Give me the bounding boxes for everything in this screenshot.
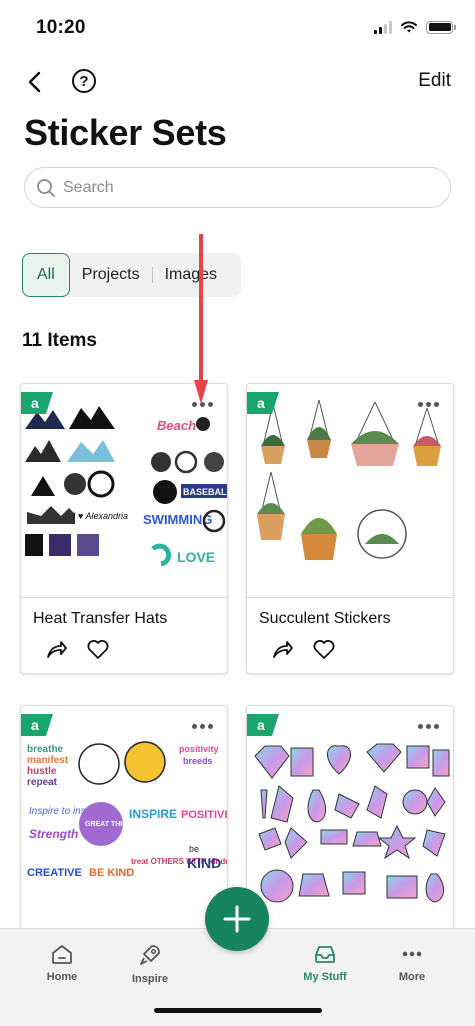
sticker-manifest: manifest (27, 755, 69, 766)
tab-home[interactable]: Home (22, 943, 102, 983)
sticker-hustle: hustle (27, 766, 57, 777)
favorite-button[interactable] (85, 636, 111, 662)
status-icons (374, 20, 456, 34)
more-options-button[interactable] (418, 402, 439, 407)
page-title: Sticker Sets (24, 112, 227, 153)
nav-row: ? Edit (0, 62, 475, 102)
tab-inspire[interactable]: Inspire (110, 943, 190, 985)
plus-icon (223, 905, 251, 933)
sticker-be-kind: BE KIND (89, 867, 134, 879)
tab-my-stuff[interactable]: My Stuff (285, 943, 365, 983)
sticker-positive-vibes: POSITIVE VIBES (181, 809, 227, 821)
heart-icon (87, 640, 109, 659)
sticker-set-card[interactable]: a breathe manifest hustle repeat positiv… (20, 705, 228, 945)
sticker-strength: Strength (29, 827, 78, 841)
heart-icon (313, 640, 335, 659)
card-thumbnail (247, 384, 453, 597)
tab-more[interactable]: More (372, 943, 452, 983)
tab-label: My Stuff (303, 971, 347, 983)
add-button[interactable] (205, 887, 269, 951)
back-button[interactable] (22, 68, 46, 96)
access-badge-icon: a (247, 392, 279, 414)
card-divider (21, 597, 227, 598)
sticker-positivity: positivity (179, 744, 219, 754)
sticker-be: be (189, 844, 199, 854)
sticker-baseball: BASEBALL (183, 487, 227, 497)
sticker-set-card[interactable]: a (246, 705, 454, 945)
card-thumbnail: breathe manifest hustle repeat positivit… (21, 706, 227, 919)
more-dots-icon (402, 951, 422, 957)
rocket-icon (140, 945, 160, 965)
sticker-creative: CREATIVE (27, 867, 82, 879)
share-button[interactable] (43, 636, 69, 662)
card-thumbnail (247, 706, 453, 919)
filter-chips: All Projects Images (22, 253, 242, 297)
annotation-arrow (194, 234, 208, 404)
filter-images[interactable]: Images (153, 253, 229, 297)
sticker-alexandria: I ♥ Alexandria (73, 511, 128, 521)
edit-button[interactable]: Edit (418, 70, 451, 92)
search-input[interactable]: Search (24, 167, 451, 208)
svg-text:a: a (31, 717, 39, 733)
help-button[interactable]: ? (72, 69, 96, 93)
battery-icon (426, 20, 456, 34)
sticker-kind: KIND (187, 855, 221, 871)
chevron-left-icon (28, 71, 41, 93)
home-icon (52, 945, 72, 964)
sticker-repeat: repeat (27, 777, 58, 788)
sticker-beach: Beach (157, 418, 196, 433)
sticker-set-card[interactable]: a I ♥ Alexandria Beach BASEBALL (20, 383, 228, 674)
access-badge-icon: a (247, 714, 279, 736)
tab-label: Home (46, 971, 78, 983)
svg-text:a: a (257, 395, 265, 411)
tab-label: More (398, 971, 426, 983)
home-indicator (154, 1008, 322, 1013)
access-badge-icon: a (21, 714, 53, 736)
tab-label: Inspire (131, 973, 169, 985)
svg-text:a: a (31, 395, 39, 411)
status-bar: 10:20 (0, 0, 475, 60)
inbox-icon (315, 946, 335, 963)
more-options-button[interactable] (192, 724, 213, 729)
sticker-breeds: breeds (183, 756, 213, 766)
svg-text:a: a (257, 717, 265, 733)
share-icon (273, 641, 293, 658)
share-icon (47, 641, 67, 658)
wifi-icon (401, 21, 417, 33)
search-placeholder: Search (63, 178, 114, 196)
card-actions (43, 636, 111, 662)
filter-projects[interactable]: Projects (70, 253, 152, 297)
search-icon (35, 177, 57, 199)
signal-icon (374, 20, 392, 34)
status-time: 10:20 (36, 17, 86, 38)
share-button[interactable] (269, 636, 295, 662)
filter-all[interactable]: All (22, 253, 70, 297)
sticker-inspire: INSPIRE (129, 807, 177, 821)
sticker-swimming: SWIMMING (143, 512, 212, 527)
sticker-set-card[interactable]: a Succulent Stickers (246, 383, 454, 674)
sticker-great-things: GREAT THINGS AWAIT (85, 821, 162, 828)
card-actions (269, 636, 337, 662)
items-count: 11 Items (22, 330, 97, 351)
access-badge-icon: a (21, 392, 53, 414)
card-title: Heat Transfer Hats (33, 610, 168, 627)
favorite-button[interactable] (311, 636, 337, 662)
more-options-button[interactable] (418, 724, 439, 729)
card-divider (247, 597, 453, 598)
sticker-breathe: breathe (27, 744, 64, 755)
card-title: Succulent Stickers (259, 610, 391, 627)
sticker-love: LOVE (177, 549, 215, 565)
question-mark-icon: ? (79, 72, 89, 90)
card-thumbnail: I ♥ Alexandria Beach BASEBALL SWIMMING L… (21, 384, 227, 597)
